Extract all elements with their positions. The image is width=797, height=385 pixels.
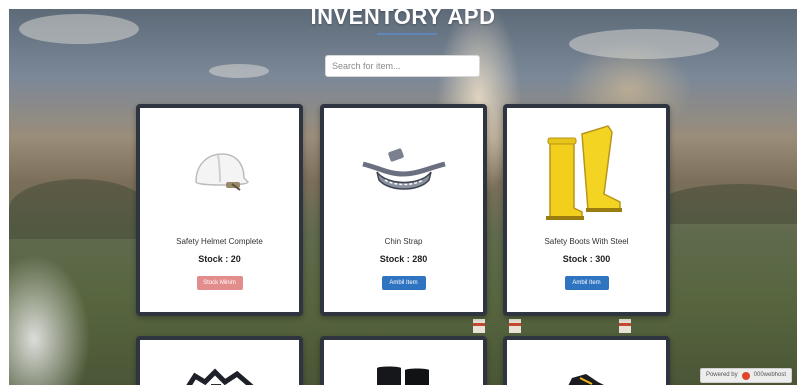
cloud-shape xyxy=(569,29,719,59)
title-underline xyxy=(377,33,437,35)
chin-strap-icon xyxy=(324,122,483,222)
harness-icon xyxy=(140,350,299,385)
item-name: Chin Strap xyxy=(384,237,423,246)
powered-by-label: Powered by xyxy=(705,372,738,378)
search-input[interactable] xyxy=(325,55,480,77)
ambil-item-button[interactable]: Ambil Item xyxy=(564,276,609,290)
black-boots-icon xyxy=(324,350,483,385)
item-card xyxy=(503,336,670,385)
safety-shoe-icon xyxy=(507,350,666,385)
powered-by-brand: 000webhost xyxy=(753,372,786,378)
stock-value: 300 xyxy=(595,254,611,264)
item-card-safety-helmet: Safety Helmet Complete Stock : 20 Stock … xyxy=(136,104,303,316)
host-logo-icon xyxy=(741,371,750,380)
hill-shape xyxy=(9,179,149,239)
chimney-shape xyxy=(619,319,631,333)
item-name: Safety Helmet Complete xyxy=(176,237,263,246)
stock-value: 280 xyxy=(412,254,428,264)
item-card-chin-strap: Chin Strap Stock : 280 Ambil Item xyxy=(320,104,487,316)
item-stock: Stock : 20 xyxy=(198,254,241,264)
item-card xyxy=(320,336,487,385)
item-card-safety-boots: Safety Boots With Steel Stock : 300 Ambi… xyxy=(503,104,670,316)
chimney-shape xyxy=(473,319,485,333)
powered-by-badge[interactable]: Powered by 000webhost xyxy=(699,368,792,383)
item-card xyxy=(136,336,303,385)
cloud-shape xyxy=(209,64,269,78)
item-stock: Stock : 300 xyxy=(562,254,611,264)
yellow-boots-icon xyxy=(507,122,666,222)
page-title: INVENTORY APD xyxy=(310,9,496,29)
ambil-item-button[interactable]: Ambil Item xyxy=(381,276,426,290)
stock-value: 20 xyxy=(230,254,241,264)
stock-minim-button[interactable]: Stock Minim xyxy=(196,276,243,290)
chimney-shape xyxy=(509,319,521,333)
helmet-icon xyxy=(140,122,299,222)
item-stock: Stock : 280 xyxy=(379,254,428,264)
background-photo: INVENTORY APD Safety Helmet Complete Sto… xyxy=(9,9,797,385)
item-name: Safety Boots With Steel xyxy=(544,237,629,246)
hill-shape xyxy=(659,184,797,224)
